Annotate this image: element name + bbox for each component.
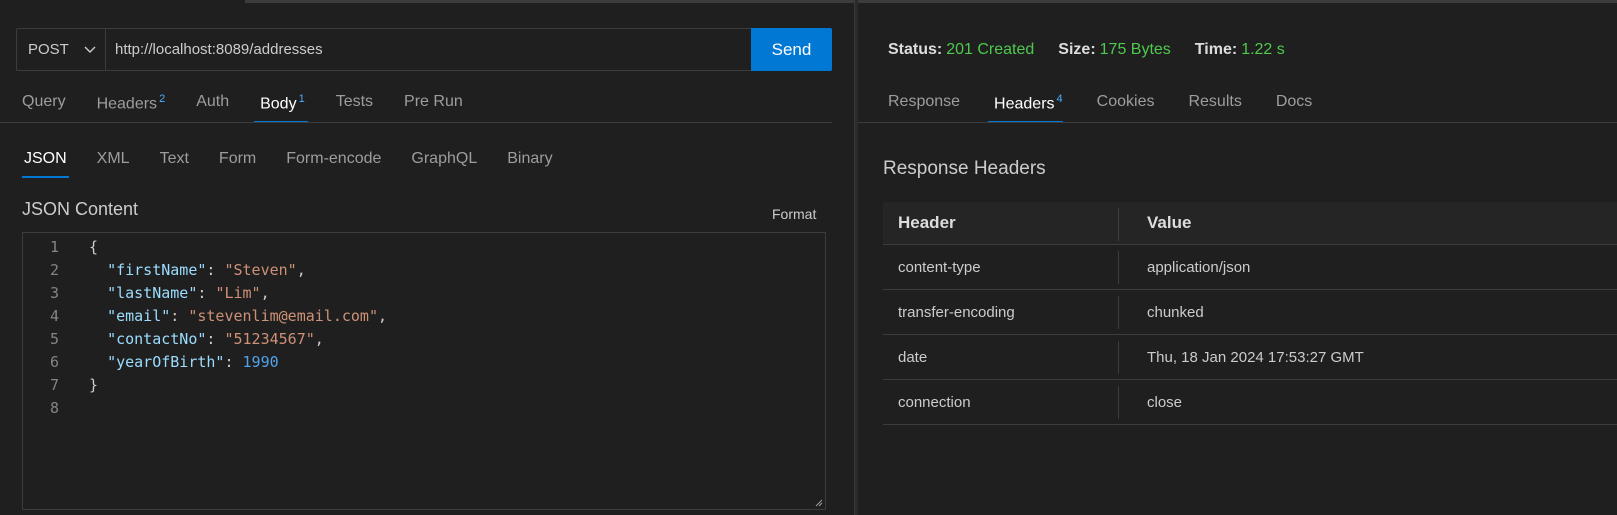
- tabs-divider: [0, 122, 832, 123]
- table-header-row: Header Value: [883, 202, 1617, 245]
- body-tab-form[interactable]: Form: [219, 145, 256, 178]
- request-tabs: Query Headers 2 Auth Body 1 Tests Pre Run: [22, 87, 494, 123]
- header-value: application/json: [1147, 258, 1251, 276]
- header-value: Thu, 18 Jan 2024 17:53:27 GMT: [1147, 348, 1364, 366]
- header-name: transfer-encoding: [898, 303, 1015, 321]
- send-button[interactable]: Send: [751, 28, 832, 71]
- header-value: chunked: [1147, 303, 1204, 321]
- json-content-label: JSON Content: [22, 199, 139, 219]
- code-line: 5 "contactNo": "51234567",: [49, 329, 324, 348]
- chevron-down-icon: [84, 46, 96, 53]
- body-tab-graphql[interactable]: GraphQL: [411, 145, 477, 178]
- status-info: Status: 201 Created: [888, 41, 1035, 58]
- body-tab-json[interactable]: JSON: [22, 145, 69, 178]
- header-name: content-type: [898, 258, 981, 276]
- body-tab-text[interactable]: Text: [160, 145, 189, 178]
- tab-response[interactable]: Response: [888, 87, 960, 123]
- code-line: 8: [49, 398, 59, 417]
- format-button[interactable]: Format: [772, 206, 816, 222]
- table-row: content-type application/json: [883, 245, 1617, 290]
- header-value: close: [1147, 393, 1183, 411]
- tab-response-headers[interactable]: Headers 4: [988, 87, 1063, 124]
- tab-results[interactable]: Results: [1188, 87, 1241, 123]
- response-summary: Status: 201 Created Size: 175 Bytes Time: 1…: [888, 41, 1309, 59]
- tab-pre-run[interactable]: Pre Run: [404, 87, 463, 123]
- response-headers-badge: 4: [1056, 93, 1063, 105]
- code-line: 7}: [49, 375, 99, 394]
- tab-tests[interactable]: Tests: [336, 87, 373, 123]
- method-select[interactable]: POST: [17, 29, 106, 70]
- body-count-badge: 1: [298, 93, 305, 105]
- response-tabs-divider: [858, 122, 1617, 123]
- body-type-tabs: JSON XML Text Form Form-encode GraphQL B…: [22, 145, 583, 178]
- column-value: Value: [1147, 213, 1192, 232]
- tab-auth[interactable]: Auth: [196, 87, 229, 123]
- json-editor[interactable]: 1{ 2 "firstName": "Steven", 3 "lastName"…: [22, 232, 826, 510]
- table-row: connection close: [883, 380, 1617, 425]
- time-value: 1.22 s: [1241, 41, 1285, 58]
- header-name: connection: [898, 393, 971, 411]
- tab-body[interactable]: Body 1: [254, 87, 308, 123]
- request-bar: POST http://localhost:8089/addresses Sen…: [16, 28, 832, 71]
- code-line: 6 "yearOfBirth": 1990: [49, 352, 279, 371]
- resize-grip-icon[interactable]: [813, 497, 823, 507]
- body-tab-xml[interactable]: XML: [97, 145, 130, 178]
- body-tab-form-encode[interactable]: Form-encode: [286, 145, 381, 178]
- size-info: Size: 175 Bytes: [1058, 41, 1171, 58]
- status-value: 201 Created: [946, 41, 1035, 58]
- headers-count-badge: 2: [159, 93, 166, 105]
- request-panel: POST http://localhost:8089/addresses Sen…: [0, 0, 832, 515]
- column-header: Header: [898, 213, 956, 232]
- code-line: 1{: [49, 237, 99, 256]
- code-line: 4 "email": "stevenlim@email.com",: [49, 306, 388, 325]
- tab-cookies[interactable]: Cookies: [1097, 87, 1155, 123]
- tab-headers[interactable]: Headers 2: [97, 87, 166, 123]
- tab-docs[interactable]: Docs: [1276, 87, 1312, 123]
- response-panel: Status: 201 Created Size: 175 Bytes Time: 1…: [858, 0, 1617, 515]
- size-value: 175 Bytes: [1099, 41, 1171, 58]
- time-info: Time: 1.22 s: [1194, 41, 1285, 58]
- tab-query[interactable]: Query: [22, 87, 66, 123]
- code-line: 2 "firstName": "Steven",: [49, 260, 306, 279]
- table-row: date Thu, 18 Jan 2024 17:53:27 GMT: [883, 335, 1617, 380]
- response-headers-table: Header Value content-type application/js…: [883, 202, 1617, 425]
- response-tabs: Response Headers 4 Cookies Results Docs: [888, 87, 1346, 124]
- method-value: POST: [28, 41, 69, 58]
- header-name: date: [898, 348, 928, 366]
- url-input[interactable]: http://localhost:8089/addresses: [115, 29, 735, 70]
- code-line: 3 "lastName": "Lim",: [49, 283, 270, 302]
- table-row: transfer-encoding chunked: [883, 290, 1617, 335]
- body-tab-binary[interactable]: Binary: [507, 145, 552, 178]
- response-headers-title: Response Headers: [883, 158, 1046, 179]
